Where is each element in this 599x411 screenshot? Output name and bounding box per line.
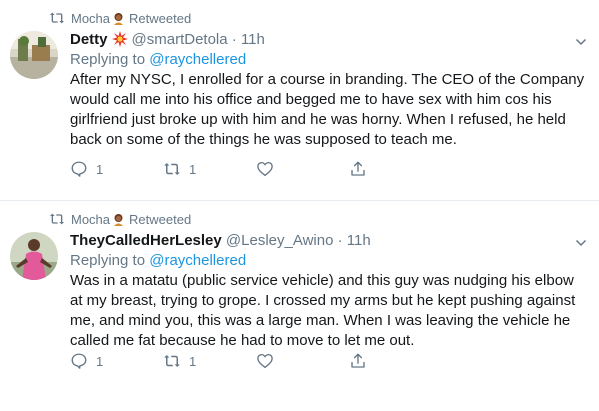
retweet-button[interactable]: 1 <box>163 352 256 370</box>
tweet-text: After my NYSC, I enrolled for a course i… <box>70 71 585 148</box>
like-button[interactable] <box>256 352 349 370</box>
tweet-header: TheyCalledHerLesley @Lesley_Awino · 11h <box>70 231 587 251</box>
like-icon <box>257 353 273 369</box>
retweet-count: 1 <box>189 161 197 177</box>
retweet-icon <box>50 12 64 24</box>
share-icon <box>351 161 365 176</box>
retweet-icon <box>50 213 64 225</box>
share-button[interactable] <box>349 160 442 178</box>
retweet-count: 1 <box>189 353 197 369</box>
mention-link[interactable]: @raychellered <box>149 252 246 269</box>
tweet-content: Detty @smartDetola · 11h Replying to @ra… <box>70 30 587 150</box>
retweet-context: Mocha Retweeted <box>49 211 191 227</box>
reply-button[interactable]: 1 <box>70 160 163 178</box>
user-handle[interactable]: @smartDetola <box>132 31 228 48</box>
retweeted-label: Retweeted <box>129 211 192 227</box>
tweet-actions: 1 1 <box>70 352 442 370</box>
replying-prefix: Replying to <box>70 51 146 68</box>
tweet[interactable]: Mocha Retweeted Detty @smartDetola · 11h… <box>0 0 599 201</box>
retweeter-name[interactable]: Mocha <box>71 212 110 227</box>
woman-emoji-icon <box>114 12 124 25</box>
retweeted-label: Retweeted <box>129 10 192 26</box>
reply-count: 1 <box>96 353 104 369</box>
like-button[interactable] <box>256 160 349 178</box>
timeline: Mocha Retweeted Detty @smartDetola · 11h… <box>0 0 599 411</box>
reply-count: 1 <box>96 161 104 177</box>
retweet-icon <box>164 355 180 367</box>
replying-to: Replying to @raychellered <box>70 251 587 271</box>
replying-prefix: Replying to <box>70 252 146 269</box>
replying-to: Replying to @raychellered <box>70 50 587 70</box>
retweet-context: Mocha Retweeted <box>49 10 191 26</box>
caret-down-icon[interactable] <box>575 237 587 249</box>
timestamp[interactable]: 11h <box>347 232 371 249</box>
tweet-actions: 1 1 <box>70 160 442 178</box>
separator-dot: · <box>231 31 237 48</box>
mention-link[interactable]: @raychellered <box>149 51 246 68</box>
avatar[interactable] <box>10 232 58 280</box>
tweet[interactable]: Mocha Retweeted TheyCalledHerLesley @Les <box>0 201 599 411</box>
reply-button[interactable]: 1 <box>70 352 163 370</box>
reply-icon <box>71 161 87 177</box>
retweet-button[interactable]: 1 <box>163 160 256 178</box>
display-name[interactable]: Detty <box>70 31 108 48</box>
retweeter-name[interactable]: Mocha <box>71 11 110 26</box>
separator-dot: · <box>337 232 343 249</box>
caret-down-icon[interactable] <box>575 36 587 48</box>
share-icon <box>351 353 365 368</box>
display-name[interactable]: TheyCalledHerLesley <box>70 232 222 249</box>
tweet-content: TheyCalledHerLesley @Lesley_Awino · 11h … <box>70 231 587 351</box>
like-icon <box>257 161 273 177</box>
woman-emoji-icon <box>114 213 124 226</box>
retweet-icon <box>164 163 180 175</box>
share-button[interactable] <box>349 352 442 370</box>
tweet-header: Detty @smartDetola · 11h <box>70 30 587 50</box>
fire-emoji-icon <box>111 31 128 47</box>
reply-icon <box>71 353 87 369</box>
user-handle[interactable]: @Lesley_Awino <box>226 232 334 249</box>
timestamp[interactable]: 11h <box>241 31 265 48</box>
avatar[interactable] <box>10 31 58 79</box>
tweet-text: Was in a matatu (public service vehicle)… <box>70 272 576 349</box>
